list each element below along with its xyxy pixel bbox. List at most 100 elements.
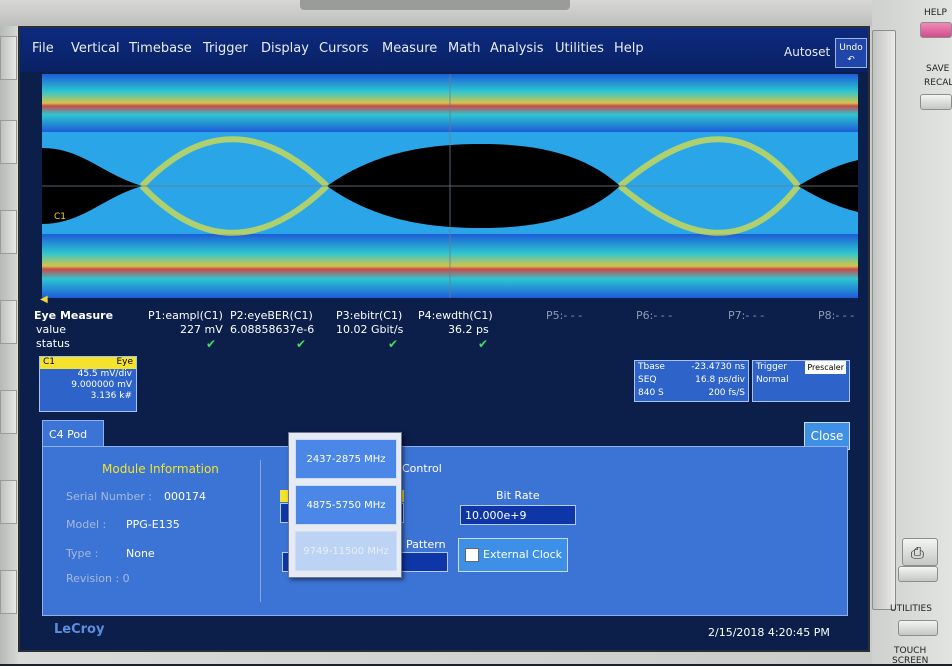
c1-count: 3.136 k# <box>90 391 132 401</box>
touch-label: TOUCH <box>894 646 927 656</box>
serial-label: Serial Number : <box>66 490 153 503</box>
print-button[interactable]: ⎙ <box>902 538 938 566</box>
tbase-samp: 200 fs/S <box>708 388 745 398</box>
p7-label[interactable]: P7:- - - <box>728 309 764 322</box>
tbase-label: Tbase <box>638 362 665 372</box>
c1-volts-per-div: 45.5 mV/div <box>77 369 132 379</box>
pattern-label: Pattern <box>406 538 446 551</box>
measure-row-value: value <box>36 323 67 336</box>
checkbox-icon <box>465 548 479 562</box>
p4-status-check-icon: ✔ <box>478 337 489 351</box>
p2-value: 6.08858637e-6 <box>230 323 315 336</box>
left-bezel-button[interactable] <box>0 36 17 80</box>
external-clock-label: External Clock <box>483 548 563 561</box>
p4-label[interactable]: P4:ewdth(C1) <box>418 309 493 322</box>
print-key[interactable] <box>898 566 938 582</box>
recall-label: RECAL <box>924 78 952 88</box>
p2-status-check-icon: ✔ <box>296 337 307 351</box>
left-bezel-button[interactable] <box>0 570 17 614</box>
menu-utilities[interactable]: Utilities <box>555 41 604 56</box>
dropdown-option[interactable]: 9749-11500 MHz <box>295 531 397 571</box>
p3-value: 10.02 Gbit/s <box>336 323 404 336</box>
p1-status-check-icon: ✔ <box>206 337 217 351</box>
p8-label[interactable]: P8:- - - <box>818 309 854 322</box>
menu-trigger[interactable]: Trigger <box>203 41 248 56</box>
tbase-offset: -23.4730 ns <box>691 362 745 372</box>
measurement-table: Eye Measure value status P1:eampl(C1) 22… <box>20 306 868 358</box>
left-bezel-button[interactable] <box>0 210 17 254</box>
left-bezel-button[interactable] <box>0 480 17 524</box>
panel-divider <box>260 460 261 602</box>
printer-icon: ⎙ <box>911 543 924 562</box>
trigger-badge: Prescaler <box>805 361 846 374</box>
scope-screen: File Vertical Timebase Trigger Display C… <box>18 26 870 652</box>
undo-icon: ↶ <box>847 55 855 65</box>
c1-offset: 9.000000 mV <box>71 380 132 390</box>
menu-bar: File Vertical Timebase Trigger Display C… <box>20 28 868 72</box>
model-label: Model : <box>66 518 107 531</box>
trigger-label: Trigger <box>756 362 788 372</box>
measure-title: Eye Measure <box>34 309 114 322</box>
tab-c4-pod[interactable]: C4 Pod <box>42 420 104 448</box>
p1-label[interactable]: P1:eampl(C1) <box>148 309 223 322</box>
menu-cursors[interactable]: Cursors <box>319 41 369 56</box>
timebase-descriptor[interactable]: Tbase -23.4730 ns SEQ 16.8 ps/div 840 S 200… <box>634 360 749 402</box>
module-info-title: Module Information <box>102 462 219 476</box>
menu-display[interactable]: Display <box>261 41 309 56</box>
brand-logo: LeCroy <box>54 622 105 637</box>
p6-label[interactable]: P6:- - - <box>636 309 672 322</box>
bit-rate-field[interactable]: 10.000e+9 <box>460 505 576 525</box>
channel-c1-descriptor[interactable]: C1 Eye 45.5 mV/div 9.000000 mV 3.136 k# <box>39 356 137 412</box>
dropdown-option[interactable]: 4875-5750 MHz <box>295 485 397 525</box>
undo-label: Undo <box>839 43 863 53</box>
dropdown-option[interactable]: 2437-2875 MHz <box>295 439 397 479</box>
revision-label: Revision : 0 <box>66 572 130 585</box>
trigger-position-icon: ◀ <box>40 294 48 305</box>
menu-timebase[interactable]: Timebase <box>129 41 192 56</box>
left-bezel-button[interactable] <box>0 120 17 164</box>
trigger-descriptor[interactable]: Trigger Prescaler Normal <box>752 360 850 402</box>
screen-label: SCREEN <box>892 656 929 666</box>
c1-tag: Eye <box>116 357 133 367</box>
p2-label[interactable]: P2:eyeBER(C1) <box>230 309 313 322</box>
help-button[interactable] <box>920 22 952 38</box>
p5-label[interactable]: P5:- - - <box>546 309 582 322</box>
menu-help[interactable]: Help <box>614 41 644 56</box>
left-bezel-button[interactable] <box>0 300 17 344</box>
side-rail <box>872 30 896 610</box>
tbase-mode: SEQ <box>638 375 657 385</box>
type-value: None <box>126 547 155 560</box>
front-panel-right: HELP SAVE RECAL ⎙ UTILITIES TOUCH SCREEN <box>872 0 952 666</box>
bezel-top <box>0 0 952 26</box>
menu-math[interactable]: Math <box>448 41 481 56</box>
save-recall-button[interactable] <box>920 94 952 110</box>
datetime-display: 2/15/2018 4:20:45 PM <box>708 626 830 639</box>
eye-diagram-trace <box>42 74 858 298</box>
eye-diagram-display: C1 <box>42 74 858 298</box>
utilities-button[interactable] <box>898 620 938 636</box>
channel-marker: C1 <box>54 212 67 222</box>
left-bezel-button[interactable] <box>0 390 17 434</box>
tbase-rate: 16.8 ps/div <box>695 375 745 385</box>
undo-button[interactable]: Undo ↶ <box>835 38 867 68</box>
clock-range-dropdown: 2437-2875 MHz 4875-5750 MHz 9749-11500 M… <box>288 432 402 578</box>
menu-file[interactable]: File <box>32 41 54 56</box>
menu-measure[interactable]: Measure <box>382 41 437 56</box>
c1-label: C1 <box>43 357 56 367</box>
menu-vertical[interactable]: Vertical <box>71 41 120 56</box>
p3-status-check-icon: ✔ <box>388 337 399 351</box>
external-clock-checkbox[interactable]: External Clock <box>458 538 568 572</box>
type-label: Type : <box>66 547 99 560</box>
p3-label[interactable]: P3:ebitr(C1) <box>336 309 402 322</box>
trigger-mode: Normal <box>756 375 789 385</box>
help-label: HELP <box>924 8 947 18</box>
tbase-count: 840 S <box>638 388 664 398</box>
p1-value: 227 mV <box>180 323 223 336</box>
save-label: SAVE <box>926 64 950 74</box>
utilities-label: UTILITIES <box>890 604 932 614</box>
autoset-button[interactable]: Autoset <box>784 45 830 59</box>
serial-value: 000174 <box>164 490 206 503</box>
model-value: PPG-E135 <box>126 518 180 531</box>
menu-analysis[interactable]: Analysis <box>490 41 544 56</box>
measure-row-status: status <box>36 337 70 350</box>
